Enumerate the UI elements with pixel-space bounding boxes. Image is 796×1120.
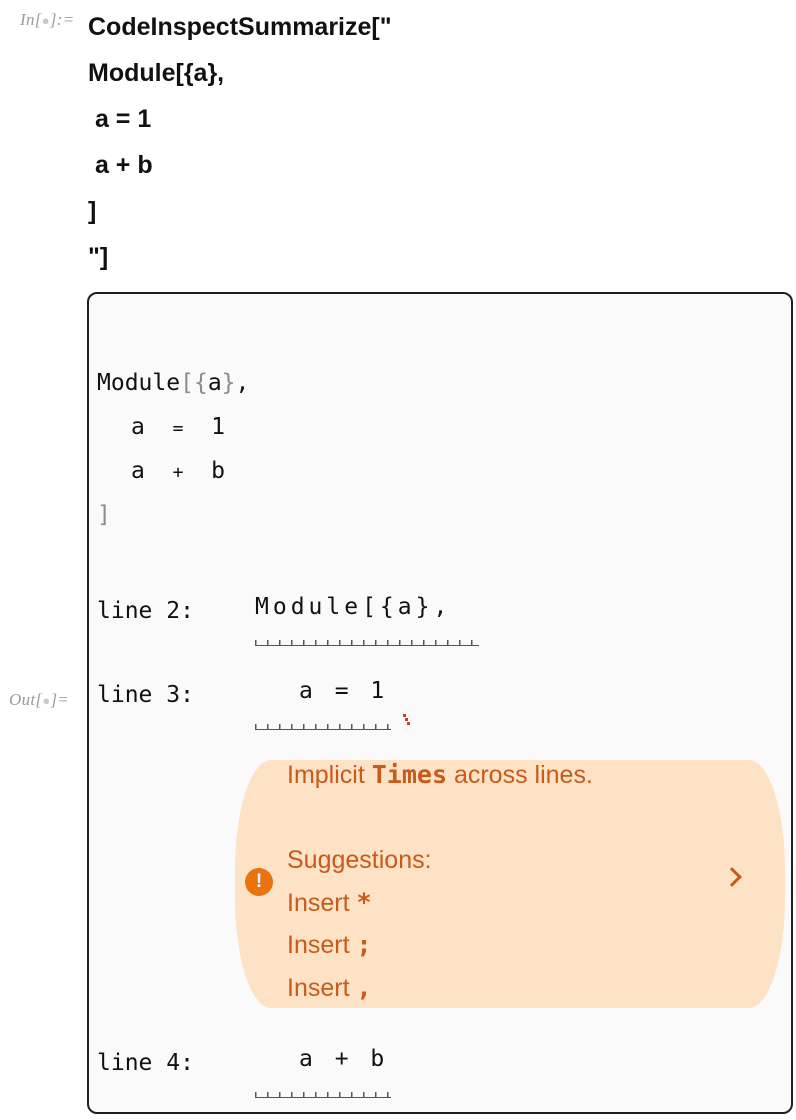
input-label-suffix: ]:=	[49, 10, 75, 29]
issue-line-code: a + b	[299, 1046, 389, 1072]
code-underline	[255, 724, 391, 730]
source-function-name: Module	[97, 370, 181, 396]
source-operator: =	[172, 418, 184, 439]
source-operator: +	[172, 462, 184, 483]
input-cell-label: In[●]:=	[20, 10, 75, 30]
hint-message-suffix: across lines.	[447, 761, 593, 789]
hint-keyword: Times	[371, 760, 447, 789]
input-label-marker: ●	[41, 13, 50, 28]
hint-message-prefix: Implicit	[287, 761, 372, 789]
suggestion-insert-times[interactable]: Insert *	[287, 888, 372, 918]
suggestions-heading: Suggestions:	[287, 846, 432, 874]
source-comma: ,	[235, 370, 250, 396]
source-line-1: Module[{a},	[97, 370, 249, 396]
source-lhs: a	[131, 458, 145, 484]
input-code-line[interactable]: a + b	[88, 142, 392, 188]
chevron-right-icon[interactable]	[722, 867, 742, 887]
source-lhs: a	[131, 414, 145, 440]
source-open-bracket: [	[180, 370, 194, 396]
issue-line-label: line 4:	[97, 1050, 194, 1076]
implicit-times-hint[interactable]: Implicit Times across lines. ! Suggestio…	[235, 760, 785, 1008]
suggestion-symbol: ,	[356, 973, 372, 1002]
suggestion-text: Insert	[287, 931, 357, 959]
source-variable: a	[207, 370, 222, 396]
suggestion-text: Insert	[287, 974, 357, 1002]
source-line-2: a = 1	[131, 414, 225, 440]
error-marker	[403, 714, 410, 725]
input-code-line[interactable]: ]	[88, 188, 392, 234]
input-code-line[interactable]: a = 1	[88, 96, 392, 142]
issue-line-label: line 3:	[97, 682, 194, 708]
source-open-brace: {	[193, 370, 208, 396]
suggestion-symbol: ;	[356, 930, 372, 959]
issue-line-code: Module[{a},	[255, 594, 452, 620]
hint-message: Implicit Times across lines.	[287, 760, 593, 790]
exclamation-circle-icon: !	[245, 868, 273, 896]
source-line-3: a + b	[131, 458, 225, 484]
code-underline	[255, 640, 479, 646]
issue-line-label: line 2:	[97, 598, 194, 624]
source-line-4: ]	[97, 502, 111, 528]
input-code-line[interactable]: "]	[88, 234, 392, 280]
code-underline	[255, 1092, 391, 1098]
source-close-brace: }	[221, 370, 236, 396]
input-label-prefix: In[	[20, 10, 42, 29]
suggestion-insert-comma[interactable]: Insert ,	[287, 973, 372, 1003]
suggestion-text: Insert	[287, 889, 357, 917]
input-code-line[interactable]: Module[{a},	[88, 50, 392, 96]
output-cell-label: Out[●]=	[9, 690, 69, 710]
inspection-summary-frame: Module[{a}, a = 1 a + b ] line 2: Module…	[87, 292, 793, 1114]
output-label-suffix: ]=	[50, 690, 70, 709]
source-rhs: b	[211, 458, 225, 484]
source-rhs: 1	[211, 414, 225, 440]
input-code-line[interactable]: CodeInspectSummarize["	[88, 4, 392, 50]
suggestion-symbol: *	[356, 888, 372, 917]
output-label-prefix: Out[	[9, 690, 43, 709]
input-cell-code[interactable]: CodeInspectSummarize[" Module[{a}, a = 1…	[88, 4, 392, 280]
issue-line-code: a = 1	[299, 678, 389, 704]
suggestion-insert-semicolon[interactable]: Insert ;	[287, 930, 372, 960]
